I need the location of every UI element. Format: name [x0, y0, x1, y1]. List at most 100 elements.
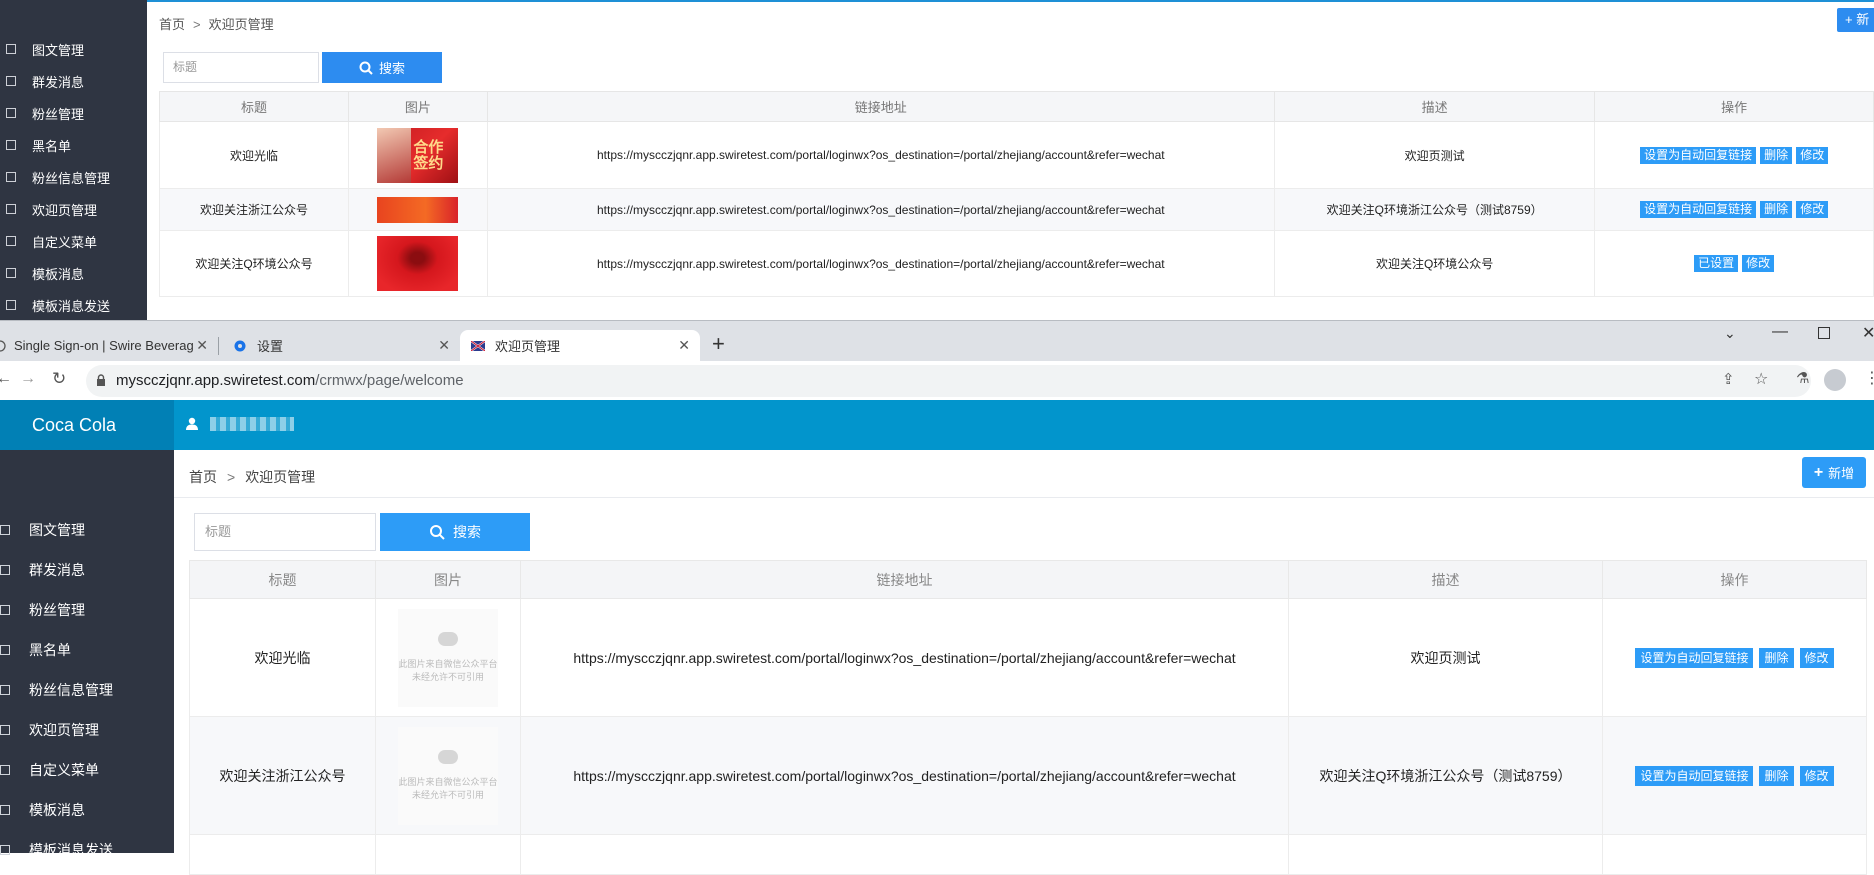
edit-button[interactable]: 修改: [1796, 201, 1829, 218]
sidebar-item-menu[interactable]: 自定义菜单: [0, 750, 174, 790]
edit-button[interactable]: 修改: [1796, 146, 1829, 164]
sidebar-item-template[interactable]: 模板消息: [0, 790, 174, 830]
edit-button[interactable]: 修改: [1799, 647, 1834, 668]
breadcrumb-home[interactable]: 首页: [189, 469, 217, 485]
table-row: 欢迎关注Q环境公众号 https://myscczjqnr.app.swiret…: [158, 230, 1874, 297]
delete-button[interactable]: 删除: [1760, 146, 1793, 164]
url-host: myscczjqnr.app.swiretest.com: [116, 372, 316, 389]
row-image-cell: 此图片来自微信公众平台 未经允许不可引用: [375, 598, 521, 717]
delete-button[interactable]: 删除: [1759, 765, 1794, 786]
plus-icon: +: [1813, 463, 1824, 481]
browser-tab-active[interactable]: 欢迎页管理 ✕: [460, 330, 700, 361]
share-icon[interactable]: ⇪: [1722, 370, 1735, 388]
back-icon[interactable]: ←: [0, 370, 12, 388]
sidebar-item-label: 群发消息: [29, 562, 85, 578]
image-placeholder-text: 此图片来自微信公众平台 未经允许不可引用: [398, 776, 498, 800]
lock-icon[interactable]: [96, 374, 106, 387]
add-new-button[interactable]: + 新增: [1802, 457, 1866, 488]
window-close-icon[interactable]: ✕: [1862, 323, 1874, 343]
breadcrumb: 首页 > 欢迎页管理: [159, 14, 274, 33]
maximize-icon[interactable]: [1818, 327, 1830, 339]
more-menu-icon[interactable]: ⋮: [1864, 368, 1874, 388]
sidebar-item-blacklist[interactable]: 黑名单: [0, 129, 147, 161]
minimize-icon[interactable]: —: [1772, 323, 1788, 341]
sidebar-item-articles[interactable]: 图文管理: [0, 33, 147, 65]
row-description: 欢迎关注Q环境浙江公众号（测试8759）: [1273, 188, 1596, 231]
row-description: 欢迎页测试: [1288, 598, 1603, 717]
breadcrumb-home[interactable]: 首页: [159, 17, 185, 32]
search-input[interactable]: 标题: [194, 513, 376, 551]
sidebar-item-fan-info[interactable]: 粉丝信息管理: [0, 161, 147, 193]
already-set-button[interactable]: 已设置: [1694, 255, 1739, 272]
column-header: 描述: [1273, 91, 1596, 122]
profile-avatar[interactable]: [1824, 369, 1846, 391]
tab-title: Single Sign-on | Swire Beverag: [14, 338, 194, 353]
sidebar-item-label: 欢迎页管理: [29, 722, 99, 738]
reload-icon[interactable]: ↻: [52, 369, 66, 389]
sidebar-item-fan-info[interactable]: 粉丝信息管理: [0, 670, 174, 710]
sidebar-item-welcome[interactable]: 欢迎页管理: [0, 710, 174, 750]
search-button-label: 搜索: [378, 61, 405, 76]
globe-icon: [0, 339, 6, 352]
row-image-cell: [348, 230, 488, 297]
sidebar-item-label: 模板消息: [29, 802, 85, 818]
column-header: 标题: [189, 560, 376, 599]
tab-search-icon[interactable]: ⌄: [1724, 325, 1736, 342]
row-title: [189, 834, 376, 875]
previous-page-view: 图文管理 群发消息 粉丝管理 黑名单 粉丝信息管理 欢迎页管理 自定义菜单 模板…: [0, 0, 1874, 320]
grid-icon: [0, 645, 10, 655]
close-icon[interactable]: ✕: [196, 337, 208, 354]
user-info[interactable]: [186, 416, 294, 432]
new-tab-icon[interactable]: +: [712, 331, 725, 357]
sidebar-item-broadcast[interactable]: 群发消息: [0, 550, 174, 590]
sidebar: 图文管理 群发消息 粉丝管理 黑名单 粉丝信息管理 欢迎页管理 自定义菜单 模板…: [0, 0, 147, 320]
edit-button[interactable]: 修改: [1799, 765, 1834, 786]
close-icon[interactable]: ✕: [678, 337, 690, 354]
set-auto-reply-button[interactable]: 设置为自动回复链接: [1635, 765, 1754, 786]
labs-flask-icon[interactable]: ⚗: [1796, 369, 1809, 387]
search-button[interactable]: 搜索: [380, 513, 530, 551]
edit-button[interactable]: 修改: [1742, 255, 1775, 272]
add-new-label: 新增: [1828, 466, 1855, 481]
sidebar-item-broadcast[interactable]: 群发消息: [0, 65, 147, 97]
sidebar-item-label: 粉丝管理: [32, 106, 85, 122]
sidebar-item-fans[interactable]: 粉丝管理: [0, 590, 174, 630]
search-button[interactable]: 搜索: [322, 52, 442, 83]
brand-logo[interactable]: Coca Cola: [0, 400, 174, 450]
sidebar-item-welcome[interactable]: 欢迎页管理: [0, 193, 147, 225]
delete-button[interactable]: 删除: [1759, 647, 1794, 668]
set-auto-reply-button[interactable]: 设置为自动回复链接: [1640, 146, 1757, 164]
search-button-label: 搜索: [453, 524, 481, 540]
sidebar: 图文管理 群发消息 粉丝管理 黑名单 粉丝信息管理 欢迎页管理 自定义菜单 模板…: [0, 450, 174, 858]
user-icon: [186, 417, 198, 430]
wechat-icon: [438, 631, 458, 646]
grid-icon: [0, 805, 10, 815]
bookmark-star-icon[interactable]: ☆: [1754, 369, 1768, 389]
sidebar-item-label: 模板消息发送: [29, 842, 113, 858]
browser-tab[interactable]: Single Sign-on | Swire Beverag ✕: [0, 330, 218, 361]
sidebar-item-template[interactable]: 模板消息: [0, 257, 147, 289]
sidebar-item-blacklist[interactable]: 黑名单: [0, 630, 174, 670]
browser-tab[interactable]: 设置 ✕: [225, 330, 460, 361]
sidebar-item-articles[interactable]: 图文管理: [0, 510, 174, 550]
search-input[interactable]: 标题: [163, 52, 319, 83]
column-header: 链接地址: [486, 91, 1275, 122]
table-header: 标题 图片 链接地址 描述 操作: [158, 91, 1874, 122]
add-button[interactable]: + 新: [1837, 8, 1874, 32]
row-title: 欢迎光临: [189, 598, 376, 717]
top-accent-line: [0, 0, 1874, 2]
sidebar-item-fans[interactable]: 粉丝管理: [0, 97, 147, 129]
set-auto-reply-button[interactable]: 设置为自动回复链接: [1640, 201, 1757, 218]
delete-button[interactable]: 删除: [1760, 201, 1793, 218]
close-icon[interactable]: ✕: [438, 337, 450, 354]
set-auto-reply-button[interactable]: 设置为自动回复链接: [1635, 647, 1754, 668]
sidebar-item-label: 欢迎页管理: [32, 202, 98, 218]
sidebar-item-menu[interactable]: 自定义菜单: [0, 225, 147, 257]
flag-icon: [471, 340, 485, 351]
sidebar-item-template-send[interactable]: 模板消息发送: [0, 830, 174, 870]
forward-icon[interactable]: →: [20, 370, 36, 388]
sidebar-item-template-send[interactable]: 模板消息发送: [0, 289, 147, 320]
sidebar-item-label: 群发消息: [32, 74, 85, 90]
url-text[interactable]: myscczjqnr.app.swiretest.com/crmwx/page/…: [116, 372, 464, 389]
grid-icon: [6, 140, 16, 150]
